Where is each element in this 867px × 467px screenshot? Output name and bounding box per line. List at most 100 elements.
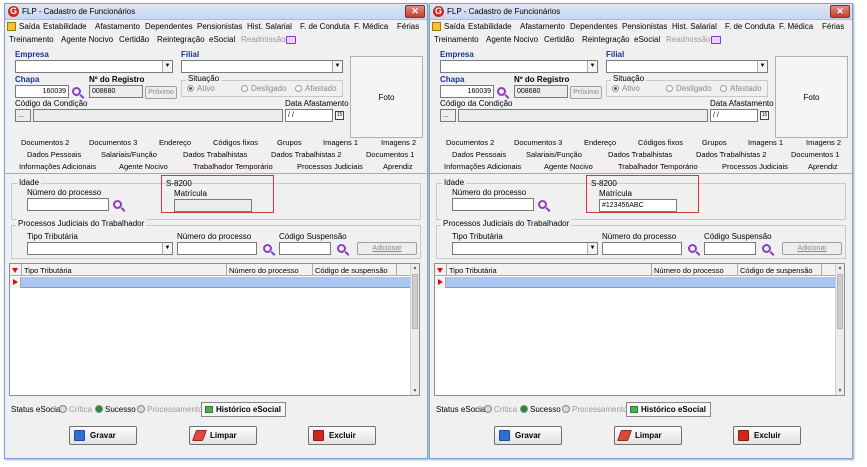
close-button[interactable]: ✕ (830, 5, 850, 18)
tab-documentos-3[interactable]: Documentos 3 (89, 138, 137, 147)
tab-documentos-2[interactable]: Documentos 2 (446, 138, 494, 147)
tab-dados-trabalhistas[interactable]: Dados Trabalhistas (608, 150, 672, 159)
tab-dados-trabalhistas[interactable]: Dados Trabalhistas (183, 150, 247, 159)
menu-saida[interactable]: Saída (444, 22, 465, 31)
proximo-button[interactable]: Próximo (145, 86, 177, 99)
historico-esocial-button[interactable]: Histórico eSocial (201, 402, 286, 417)
grid-col-codigo-suspensao[interactable]: Código de suspensão (315, 266, 388, 275)
chevron-down-icon[interactable]: ▼ (162, 243, 172, 254)
grid-col-numero-processo[interactable]: Número do processo (654, 266, 724, 275)
limpar-button[interactable]: Limpar (189, 426, 257, 445)
menu-f-medica[interactable]: F. Médica (354, 22, 388, 31)
tab-informacoes-adicionais[interactable]: Informações Adicionais (444, 162, 521, 171)
search-icon[interactable] (113, 200, 122, 209)
empresa-select[interactable]: ▼ (440, 60, 598, 73)
scroll-thumb[interactable] (837, 274, 843, 329)
tab-informacoes-adicionais[interactable]: Informações Adicionais (19, 162, 96, 171)
tab-agente-nocivo[interactable]: Agente Nocivo (119, 162, 168, 171)
scroll-down-icon[interactable]: ▼ (411, 388, 419, 394)
grid-col-tipo-tributaria[interactable]: Tipo Tributária (24, 266, 72, 275)
search-icon[interactable] (762, 244, 771, 253)
menu-f-medica[interactable]: F. Médica (779, 22, 813, 31)
grid-col-tipo-tributaria[interactable]: Tipo Tributária (449, 266, 497, 275)
menu-pensionistas[interactable]: Pensionistas (197, 22, 242, 31)
numero-processo2-input[interactable] (602, 242, 682, 255)
table-row[interactable] (435, 277, 835, 288)
chevron-down-icon[interactable]: ▼ (587, 61, 597, 72)
menu-reintegracao[interactable]: Reintegração (582, 35, 630, 44)
menu-treinamento[interactable]: Treinamento (434, 35, 479, 44)
tab-aprendiz[interactable]: Aprendiz (383, 162, 413, 171)
radio-ativo[interactable] (187, 85, 194, 92)
tab-dados-pessoais[interactable]: Dados Pessoais (452, 150, 506, 159)
tab-grupos[interactable]: Grupos (277, 138, 302, 147)
chapa-input[interactable]: 160039 (15, 85, 69, 98)
processos-grid[interactable]: Tipo Tributária Número do processo Códig… (434, 263, 845, 396)
filial-select[interactable]: ▼ (606, 60, 768, 73)
menu-agente-nocivo[interactable]: Agente Nocivo (486, 35, 538, 44)
search-icon[interactable] (263, 244, 272, 253)
tab-salariais-funcao[interactable]: Salariais/Função (101, 150, 157, 159)
codigo-suspensao-input[interactable] (279, 242, 331, 255)
condicao-code-input[interactable]: ... (440, 109, 456, 122)
tab-agente-nocivo[interactable]: Agente Nocivo (544, 162, 593, 171)
photo-box[interactable]: Foto (775, 56, 848, 138)
historico-esocial-button[interactable]: Histórico eSocial (626, 402, 711, 417)
matricula-input[interactable] (174, 199, 252, 212)
tab-endereco[interactable]: Endereço (159, 138, 191, 147)
menu-esocial[interactable]: eSocial (634, 35, 660, 44)
data-afastamento-input[interactable]: / / (285, 109, 333, 122)
numero-processo-input[interactable] (452, 198, 534, 211)
chapa-input[interactable]: 160039 (440, 85, 494, 98)
title-bar[interactable]: G FLP - Cadastro de Funcionários ✕ (5, 4, 427, 20)
menu-estabilidade[interactable]: Estabilidade (468, 22, 512, 31)
tab-endereco[interactable]: Endereço (584, 138, 616, 147)
tab-documentos-3[interactable]: Documentos 3 (514, 138, 562, 147)
matricula-input[interactable]: #123456ABC (599, 199, 677, 212)
title-bar[interactable]: G FLP - Cadastro de Funcionários ✕ (430, 4, 852, 20)
radio-afastado[interactable] (295, 85, 302, 92)
menu-estabilidade[interactable]: Estabilidade (43, 22, 87, 31)
scroll-up-icon[interactable]: ▲ (836, 265, 844, 271)
codigo-suspensao-input[interactable] (704, 242, 756, 255)
tab-dados-trabalhistas-2[interactable]: Dados Trabalhistas 2 (696, 150, 766, 159)
tab-dados-pessoais[interactable]: Dados Pessoais (27, 150, 81, 159)
menu-hist-salarial[interactable]: Hist. Salarial (672, 22, 717, 31)
menu-ferias[interactable]: Férias (397, 22, 419, 31)
data-afastamento-input[interactable]: / / (710, 109, 758, 122)
gravar-button[interactable]: Gravar (494, 426, 562, 445)
tab-grupos[interactable]: Grupos (702, 138, 727, 147)
tab-documentos-1[interactable]: Documentos 1 (366, 150, 414, 159)
menu-ferias[interactable]: Férias (822, 22, 844, 31)
condicao-code-input[interactable]: ... (15, 109, 31, 122)
registro-input[interactable]: 008680 (89, 85, 143, 98)
search-icon[interactable] (337, 244, 346, 253)
tipo-tributaria-select[interactable]: ▼ (452, 242, 598, 255)
chevron-down-icon[interactable]: ▼ (757, 61, 767, 72)
menu-afastamento[interactable]: Afastamento (520, 22, 565, 31)
tab-documentos-2[interactable]: Documentos 2 (21, 138, 69, 147)
tab-aprendiz[interactable]: Aprendiz (808, 162, 838, 171)
grid-col-numero-processo[interactable]: Número do processo (229, 266, 299, 275)
numero-processo-input[interactable] (27, 198, 109, 211)
window-icon[interactable] (286, 36, 296, 44)
tab-dados-trabalhistas-2[interactable]: Dados Trabalhistas 2 (271, 150, 341, 159)
tab-imagens-1[interactable]: Imagens 1 (323, 138, 358, 147)
search-icon[interactable] (72, 87, 81, 96)
tab-processos-judiciais[interactable]: Processos Judiciais (722, 162, 788, 171)
search-icon[interactable] (497, 87, 506, 96)
tab-codigos-fixos[interactable]: Códigos fixos (213, 138, 258, 147)
menu-f-conduta[interactable]: F. de Conduta (725, 22, 775, 31)
gravar-button[interactable]: Gravar (69, 426, 137, 445)
grid-col-codigo-suspensao[interactable]: Código de suspensão (740, 266, 813, 275)
menu-certidao[interactable]: Certidão (544, 35, 574, 44)
tab-trabalhador-temporario[interactable]: Trabalhador Temporário (193, 162, 273, 171)
menu-certidao[interactable]: Certidão (119, 35, 149, 44)
filial-select[interactable]: ▼ (181, 60, 343, 73)
processos-grid[interactable]: Tipo Tributária Número do processo Códig… (9, 263, 420, 396)
window-icon[interactable] (711, 36, 721, 44)
calendar-icon[interactable]: 15 (335, 111, 344, 120)
tab-trabalhador-temporario[interactable]: Trabalhador Temporário (618, 162, 698, 171)
menu-pensionistas[interactable]: Pensionistas (622, 22, 667, 31)
tipo-tributaria-select[interactable]: ▼ (27, 242, 173, 255)
